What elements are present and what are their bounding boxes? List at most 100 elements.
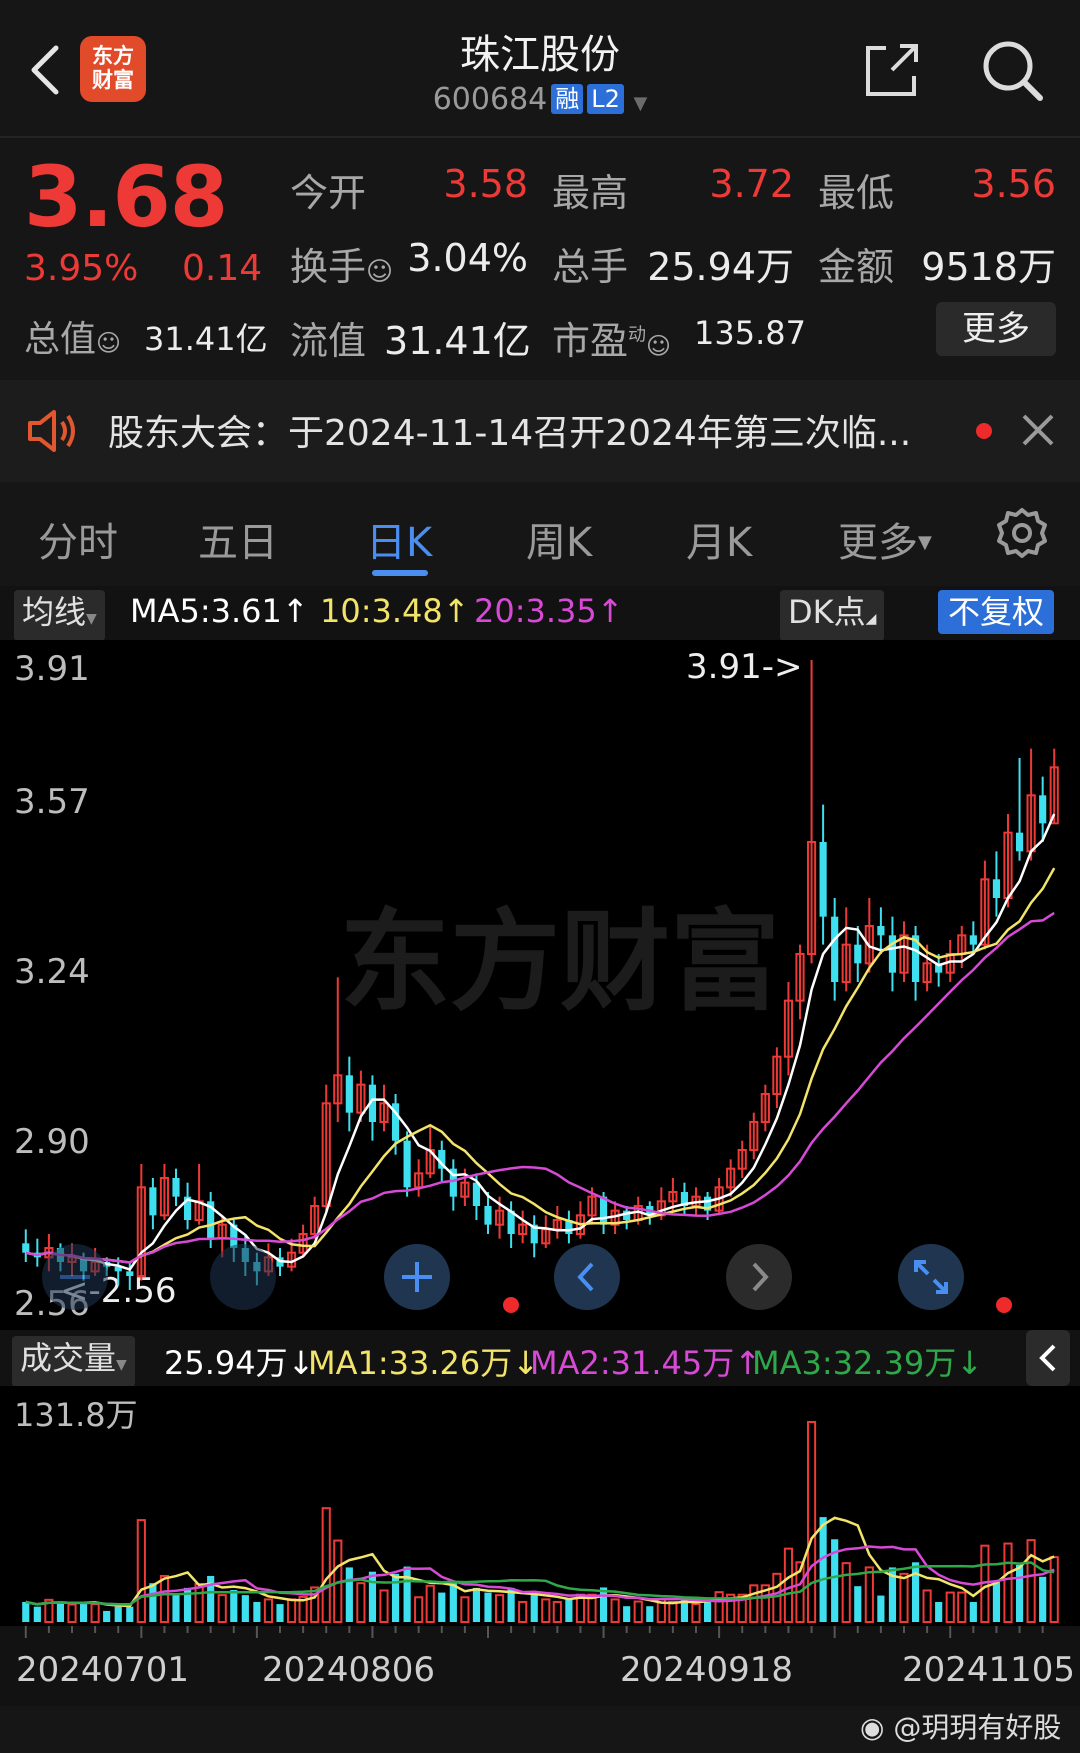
unread-dot: [976, 423, 992, 439]
volume-indicator-label: 成交量: [20, 1339, 117, 1377]
low-value: 3.56: [971, 162, 1056, 206]
candle-body: [854, 944, 862, 964]
mktcap-value: 31.41亿: [144, 320, 268, 358]
zoom-out-button[interactable]: [42, 1244, 108, 1310]
change-percent: 3.95%: [24, 248, 139, 289]
close-icon[interactable]: [1020, 412, 1056, 452]
volume-bar: [623, 1606, 631, 1622]
ma20-value: 20:3.35: [474, 592, 597, 630]
zoom-in-button[interactable]: [384, 1244, 450, 1310]
volume-bar: [253, 1601, 261, 1622]
more-quote-button[interactable]: 更多: [936, 302, 1056, 356]
volume-bar: [194, 1583, 204, 1623]
chevron-left-icon: [1039, 1344, 1056, 1372]
amount-label: 金额: [818, 245, 895, 289]
volume-indicator-select[interactable]: 成交量▼: [12, 1336, 135, 1387]
candle-body: [472, 1182, 481, 1206]
volume-bar: [494, 1594, 505, 1623]
pe-label[interactable]: 市盈动☺: [552, 310, 671, 365]
volume-bar: [159, 1574, 170, 1624]
volume-bar: [772, 1572, 782, 1623]
candle-body: [345, 1075, 353, 1113]
settings-gear-icon[interactable]: [994, 506, 1050, 566]
candle-body: [831, 916, 839, 982]
tab-more[interactable]: 更多▼: [838, 510, 932, 568]
tab-daily-k[interactable]: 日K: [366, 510, 432, 568]
tab-intraday[interactable]: 分时: [38, 510, 118, 568]
chevron-right-icon: [752, 1262, 769, 1292]
candle-body: [484, 1206, 492, 1225]
open-label: 今开: [290, 171, 367, 215]
candle-body: [22, 1243, 30, 1253]
fullscreen-button[interactable]: [898, 1244, 964, 1310]
reset-button[interactable]: [210, 1244, 276, 1310]
volume-bar: [541, 1598, 551, 1624]
watermark-text: 东方财富: [340, 897, 780, 1026]
volume-bar: [633, 1600, 643, 1623]
vol-ma3-readout: MA3:32.39万↓: [752, 1338, 983, 1384]
arrow-up-icon: ↑: [281, 592, 309, 630]
notice-bar[interactable]: 股东大会：于2024-11-14召开2024年第三次临...: [0, 380, 1080, 482]
volume-bar: [530, 1592, 538, 1622]
info-icon: ☺: [96, 329, 122, 357]
volume-bar: [217, 1594, 227, 1623]
collapse-panel-button[interactable]: [1026, 1330, 1070, 1386]
pe-label-text: 市盈: [552, 319, 629, 363]
scroll-left-button[interactable]: [554, 1244, 620, 1310]
volume-bar: [241, 1595, 249, 1622]
candle-body: [969, 935, 977, 945]
candle-body: [819, 842, 827, 917]
volume-bar: [691, 1603, 701, 1624]
ma5-value: MA5:3.61: [130, 592, 282, 630]
mktcap-label[interactable]: 总值☺: [24, 310, 121, 362]
turnover-label[interactable]: 换手☺: [290, 236, 393, 291]
volume-bar: [136, 1519, 146, 1623]
volume-bar: [403, 1566, 411, 1622]
ma10-value: 10:3.48: [320, 592, 443, 630]
volume-bar: [103, 1610, 111, 1622]
corner-caret-icon: ◢: [865, 611, 877, 627]
search-icon[interactable]: [980, 38, 1044, 102]
volume-chart[interactable]: 131.8万: [0, 1386, 1080, 1626]
scroll-right-button[interactable]: [726, 1244, 792, 1310]
chevron-left-icon: [577, 1262, 594, 1292]
volume-bar: [806, 1421, 817, 1623]
volume-label: 总手: [552, 245, 629, 289]
y-tick-290: 2.90: [14, 1122, 90, 1162]
vol-ma2-value: MA2:31.45万: [530, 1344, 735, 1382]
weibo-credit: ◉ @玥玥有好股: [860, 1706, 1061, 1746]
speaker-icon: [26, 408, 80, 458]
arrow-down-icon: ↓: [956, 1344, 984, 1382]
y-tick-324: 3.24: [14, 952, 90, 992]
volume-bar: [368, 1571, 377, 1622]
volume-bar: [783, 1547, 794, 1623]
kline-chart[interactable]: 东方财富 3.91 3.57 3.24 2.90 2.56 3.91-> <-2…: [0, 640, 1080, 1330]
adjust-button[interactable]: 不复权: [938, 590, 1055, 634]
share-icon[interactable]: [862, 40, 922, 100]
tab-weekly-k[interactable]: 周K: [526, 510, 592, 568]
volume-bar: [864, 1566, 874, 1623]
volume-bar: [668, 1600, 678, 1623]
y-tick-391: 3.91: [14, 649, 90, 689]
volume-bar: [472, 1587, 481, 1622]
volume-bar: [484, 1592, 492, 1622]
info-icon: ☺: [646, 332, 672, 360]
volume-bar: [599, 1587, 608, 1622]
max-price-marker: 3.91->: [686, 647, 802, 687]
volume-bar: [460, 1596, 470, 1623]
volume-bar: [1049, 1556, 1059, 1624]
volume-bar: [518, 1600, 528, 1623]
arrow-up-icon: ↑: [596, 592, 624, 630]
volume-header: 成交量▼ 25.94万↓ MA1:33.26万↓ MA2:31.45万↑ MA3…: [0, 1330, 1080, 1387]
tab-five-day[interactable]: 五日: [198, 510, 278, 568]
volume-bar: [33, 1606, 41, 1622]
volume-bar: [749, 1584, 759, 1624]
tab-monthly-k[interactable]: 月K: [686, 510, 752, 568]
dk-point-select[interactable]: DK点◢: [780, 590, 885, 641]
caret-down-icon: ▼: [86, 611, 97, 627]
date-axis: 20240701 20240806 20240918 20241105: [0, 1626, 1080, 1706]
indicator-select[interactable]: 均线▼: [14, 590, 105, 641]
volume-bar: [1015, 1564, 1024, 1622]
candle-body: [149, 1187, 157, 1216]
signal-dot: [503, 1297, 519, 1313]
